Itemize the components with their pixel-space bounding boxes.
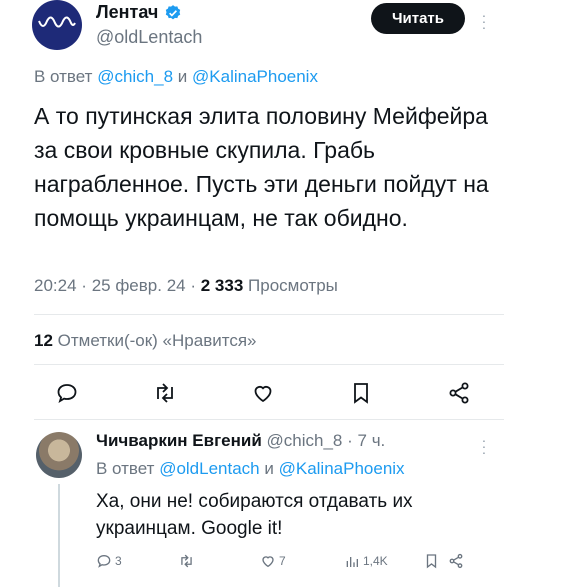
share-icon[interactable] xyxy=(448,553,464,569)
reply-action[interactable]: 3 xyxy=(96,553,122,569)
reply-sep: · xyxy=(347,431,353,450)
tweet-date[interactable]: 25 февр. 24 xyxy=(92,276,186,295)
reply-mention-2[interactable]: @KalinaPhoenix xyxy=(279,459,405,478)
reply-count: 3 xyxy=(115,554,122,568)
thread-line xyxy=(58,484,60,587)
meta-sep: · xyxy=(81,276,87,295)
likes-label: Отметки(-ок) «Нравится» xyxy=(57,331,257,350)
reply-and: и xyxy=(264,459,274,478)
verified-badge-icon xyxy=(166,4,181,19)
tweet-meta: 20:24 · 25 февр. 24 · 2 333 Просмотры xyxy=(34,276,338,296)
divider xyxy=(34,364,504,365)
reply-text: Ха, они не! собираются отдавать их украи… xyxy=(96,491,413,539)
bookmark-icon[interactable] xyxy=(346,378,376,408)
retweet-icon[interactable] xyxy=(150,378,180,408)
views-label: Просмотры xyxy=(248,276,338,295)
author-name-row[interactable]: Лентач xyxy=(96,2,182,23)
like-icon xyxy=(262,556,274,568)
reply-author-name[interactable]: Чичваркин Евгений xyxy=(96,431,262,450)
reply-prefix: В ответ xyxy=(96,459,155,478)
reply-mention-1[interactable]: @chich_8 xyxy=(97,67,173,86)
reply-author-row[interactable]: Чичваркин Евгений @chich_8 · 7 ч. xyxy=(96,431,385,451)
reply-to-line: В ответ @chich_8 и @KalinaPhoenix xyxy=(34,67,318,87)
tweet-time[interactable]: 20:24 xyxy=(34,276,77,295)
reply-mention-1[interactable]: @oldLentach xyxy=(159,459,259,478)
lentach-logo-icon xyxy=(38,16,76,28)
tweet-text: А то путинская элита половину Мейфейра з… xyxy=(34,103,489,231)
views-count: 2 333 xyxy=(200,276,244,295)
author-name[interactable]: Лентач xyxy=(96,2,158,23)
reply-to-line: В ответ @oldLentach и @KalinaPhoenix xyxy=(96,459,405,479)
author-handle[interactable]: @oldLentach xyxy=(96,27,202,48)
bookmark-icon[interactable] xyxy=(424,553,439,569)
reply-author-handle[interactable]: @chich_8 xyxy=(267,431,343,450)
reply-icon xyxy=(97,554,111,568)
more-options-icon[interactable]: · · · xyxy=(480,433,488,459)
reply-age[interactable]: 7 ч. xyxy=(358,431,386,450)
divider xyxy=(34,314,504,315)
views-icon xyxy=(346,557,358,567)
retweet-icon[interactable] xyxy=(178,553,195,569)
more-options-icon[interactable]: · · · xyxy=(480,8,488,34)
likes-count: 12 xyxy=(34,331,53,350)
reply-prefix: В ответ xyxy=(34,67,93,86)
like-action[interactable]: 7 xyxy=(260,553,286,569)
reply-icon[interactable] xyxy=(52,378,82,408)
likes-row[interactable]: 12 Отметки(-ок) «Нравится» xyxy=(34,331,257,351)
reply-and: и xyxy=(177,67,188,86)
avatar[interactable] xyxy=(32,0,82,50)
meta-sep: · xyxy=(190,276,197,295)
divider xyxy=(34,419,504,420)
view-count: 1,4K xyxy=(363,554,388,568)
share-icon[interactable] xyxy=(444,378,474,408)
views-action[interactable]: 1,4K xyxy=(344,553,388,569)
follow-button[interactable]: Читать xyxy=(371,3,465,34)
avatar[interactable] xyxy=(36,432,82,478)
like-count: 7 xyxy=(279,554,286,568)
reply-mention-2[interactable]: @KalinaPhoenix xyxy=(192,67,318,86)
like-icon[interactable] xyxy=(248,378,278,408)
